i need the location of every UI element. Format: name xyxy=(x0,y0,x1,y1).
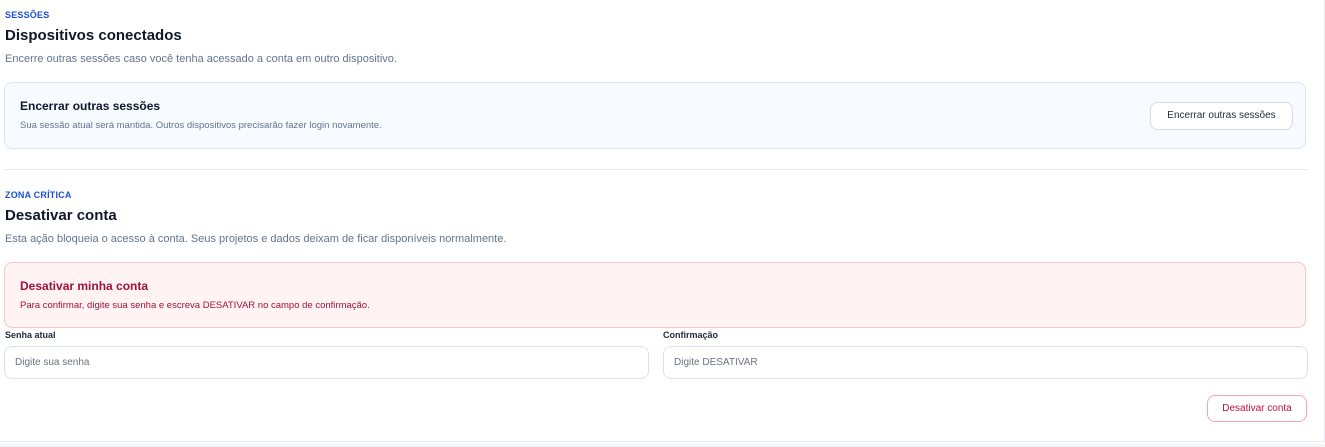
end-sessions-card: Encerrar outras sessões Sua sessão atual… xyxy=(4,82,1306,149)
deactivate-account-title: Desativar conta xyxy=(5,207,117,224)
deactivate-warning-title: Desativar minha conta xyxy=(20,279,149,293)
sessions-description: Encerre outras sessões caso você tenha a… xyxy=(5,53,397,65)
confirmation-input[interactable] xyxy=(663,346,1308,379)
panel-bottom-border xyxy=(0,441,1325,447)
deactivate-warning-description: Para confirmar, digite sua senha e escre… xyxy=(20,300,370,311)
deactivate-account-description: Esta ação bloqueia o acesso à conta. Seu… xyxy=(5,233,507,245)
confirmation-label: Confirmação xyxy=(663,330,719,340)
account-security-page: SESSÕES Dispositivos conectados Encerre … xyxy=(0,0,1325,447)
current-password-input[interactable] xyxy=(4,346,649,379)
critical-zone-eyebrow: ZONA CRÍTICA xyxy=(5,190,72,200)
section-divider xyxy=(4,169,1307,170)
current-password-label: Senha atual xyxy=(5,330,56,340)
sessions-title: Dispositivos conectados xyxy=(5,27,182,44)
deactivate-account-button[interactable]: Desativar conta xyxy=(1207,395,1307,422)
sessions-eyebrow: SESSÕES xyxy=(5,10,50,20)
end-other-sessions-button[interactable]: Encerrar outras sessões xyxy=(1150,102,1293,130)
deactivate-warning-card: Desativar minha conta Para confirmar, di… xyxy=(4,262,1306,328)
end-sessions-card-description: Sua sessão atual será mantida. Outros di… xyxy=(20,120,382,131)
end-sessions-card-title: Encerrar outras sessões xyxy=(20,99,161,113)
